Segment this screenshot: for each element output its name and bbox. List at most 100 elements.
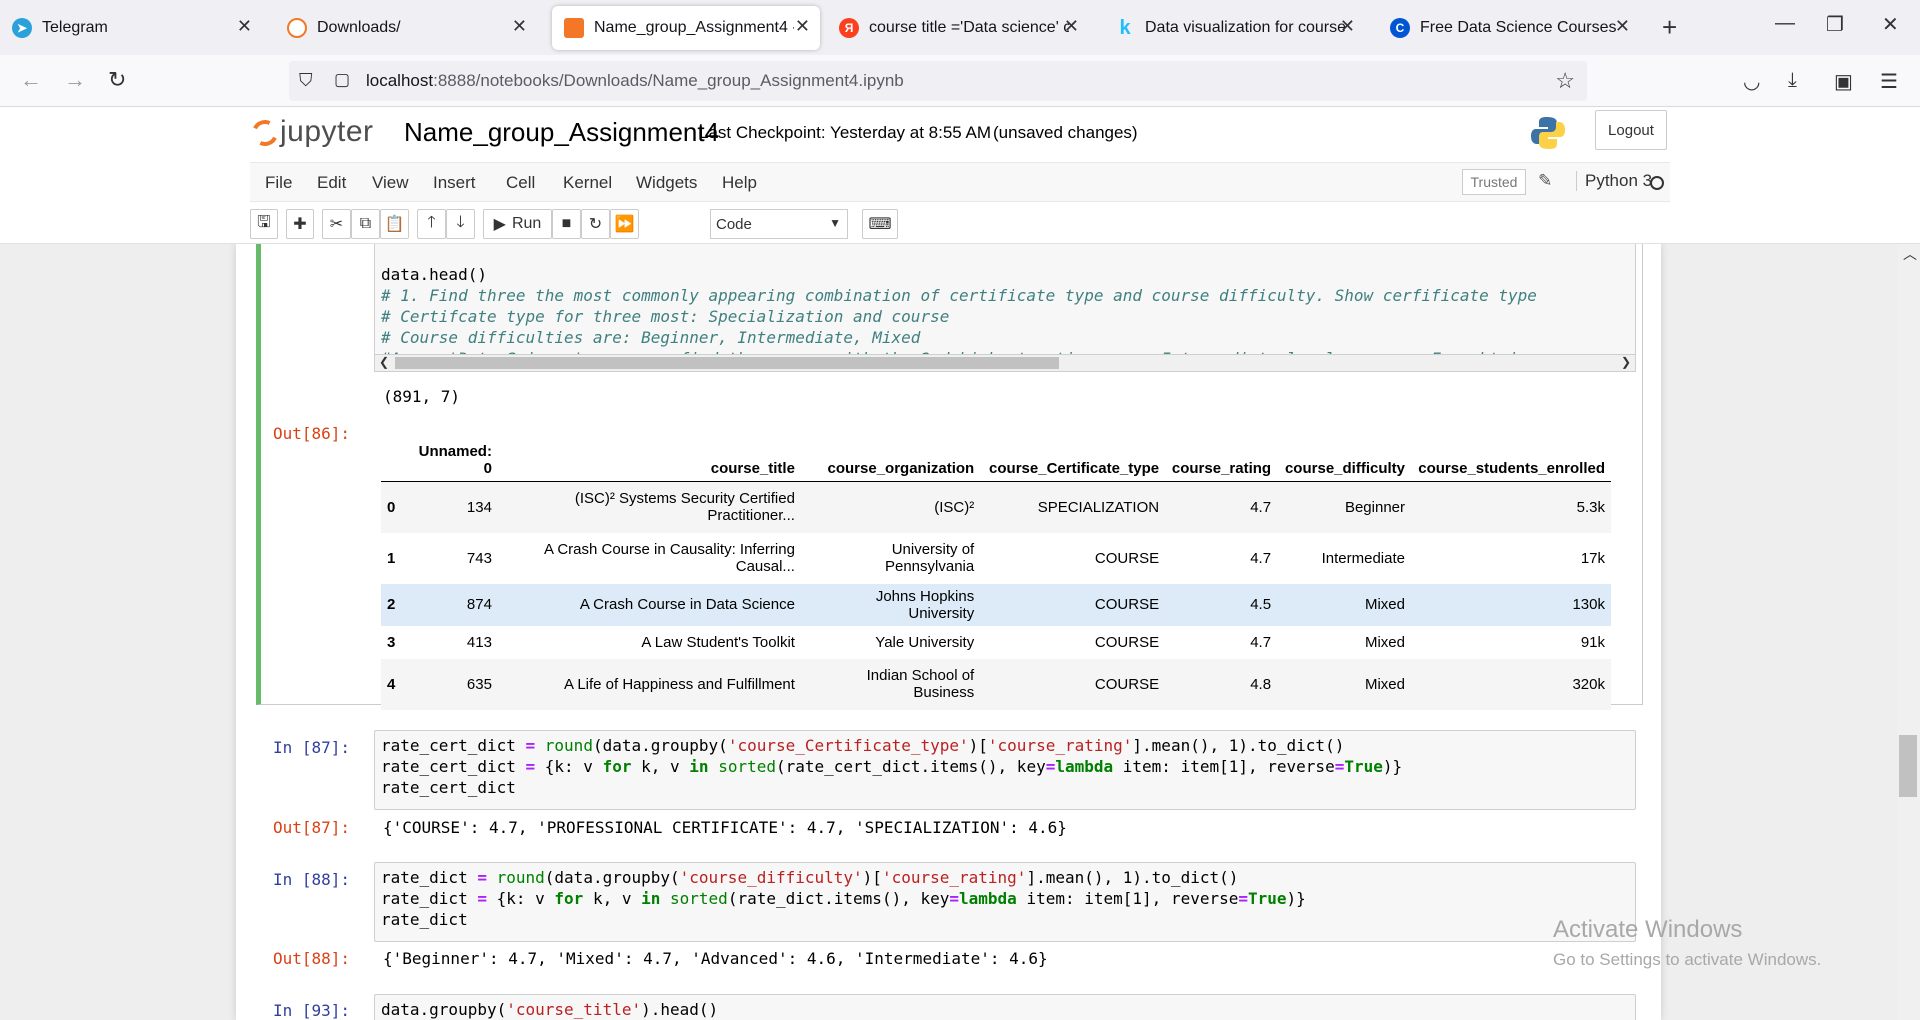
shape-output: (891, 7)	[383, 387, 461, 406]
tab-downloads[interactable]: Downloads/ ✕	[275, 6, 537, 50]
table-cell: A Crash Course in Data Science	[579, 596, 795, 613]
row-index: 3	[387, 633, 396, 651]
chevron-down-icon: ▼	[829, 216, 841, 230]
jupyter-logo[interactable]: jupyter	[248, 115, 374, 150]
logout-button[interactable]: Logout	[1595, 110, 1667, 150]
table-cell: 4.8	[1250, 675, 1272, 693]
tab-label: Data visualization for coursera	[1145, 19, 1345, 36]
table-row: 2 874 A Crash Course in Data Science Joh…	[381, 583, 1611, 626]
reload-icon[interactable]: ↻	[108, 67, 126, 93]
scroll-left-icon[interactable]: ❮	[379, 355, 389, 369]
copy-button[interactable]: ⧉	[351, 209, 380, 239]
column-header: course_Certificate_type	[980, 439, 1166, 482]
column-header: course_organization	[800, 439, 981, 482]
menu-icon[interactable]: ☰	[1880, 69, 1898, 94]
browser-nav-bar: ← → ↻ ⛉ ▢ localhost:8888/notebooks/Downl…	[0, 55, 1920, 107]
table-cell: SPECIALIZATION	[1037, 498, 1160, 516]
code-hscrollbar[interactable]: ❮ ❯	[374, 354, 1636, 372]
table-row: 4 635 A Life of Happiness and Fulfillmen…	[381, 658, 1611, 710]
menu-view[interactable]: View	[372, 173, 409, 193]
pocket-icon[interactable]: ◡	[1743, 69, 1760, 94]
play-icon: ▶	[493, 216, 506, 233]
checkpoint-status: Last Checkpoint: Yesterday at 8:55 AM	[699, 123, 992, 142]
code-input-86[interactable]: data.head() # 1. Find three the most comm…	[374, 244, 1636, 364]
menu-bar: File Edit View Insert Cell Kernel Widget…	[250, 162, 1670, 202]
restart-run-all-button[interactable]: ⏩	[610, 209, 639, 239]
download-icon[interactable]: ⤓	[1788, 69, 1797, 92]
table-cell: 320k	[1572, 675, 1605, 693]
move-down-button[interactable]: 🡓	[446, 209, 475, 239]
new-tab-icon[interactable]: +	[1662, 12, 1677, 43]
code-input-93[interactable]: data.groupby('course_title').head()	[374, 994, 1636, 1020]
cell-output: {'Beginner': 4.7, 'Mixed': 4.7, 'Advance…	[383, 949, 1048, 968]
tab-notebook[interactable]: Name_group_Assignment4 - Ju ✕	[552, 6, 820, 50]
restart-button[interactable]: ↻	[581, 209, 610, 239]
close-icon[interactable]: ✕	[1615, 16, 1630, 37]
table-cell: COURSE	[1094, 596, 1160, 613]
close-icon[interactable]: ✕	[1340, 16, 1355, 37]
output-prompt: Out[88]:	[272, 949, 350, 968]
tab-kaggle[interactable]: k Data visualization for coursera ✕	[1103, 6, 1365, 50]
menu-edit[interactable]: Edit	[317, 173, 346, 193]
window-close-icon[interactable]: ✕	[1882, 12, 1899, 37]
minimize-icon[interactable]: —	[1775, 12, 1795, 35]
table-cell: University of Pennsylvania	[884, 541, 975, 575]
close-icon[interactable]: ✕	[795, 16, 810, 37]
bookmark-star-icon[interactable]: ☆	[1555, 68, 1575, 94]
paste-button[interactable]: 📋	[380, 209, 409, 239]
menu-kernel[interactable]: Kernel	[563, 173, 612, 193]
menu-help[interactable]: Help	[722, 173, 757, 193]
close-icon[interactable]: ✕	[512, 16, 527, 37]
run-button[interactable]: ▶ Run	[483, 209, 552, 239]
cell-type-value: Code	[716, 215, 752, 233]
row-index: 0	[387, 498, 396, 516]
trusted-indicator[interactable]: Trusted	[1462, 169, 1526, 195]
table-row: 3 413 A Law Student's Toolkit Yale Unive…	[381, 625, 1611, 659]
code-input-88[interactable]: rate_dict = round(data.groupby('course_d…	[374, 862, 1636, 942]
dataframe-table: Unnamed: 0 course_title course_organizati…	[381, 439, 1611, 710]
menu-cell[interactable]: Cell	[506, 173, 535, 193]
cell-output: {'COURSE': 4.7, 'PROFESSIONAL CERTIFICAT…	[383, 818, 1067, 837]
extension-icon[interactable]: ▣	[1834, 69, 1853, 94]
address-bar[interactable]: ⛉ ▢ localhost:8888/notebooks/Downloads/N…	[289, 61, 1587, 101]
tab-yandex[interactable]: Я course title ='Data science' cou ✕	[827, 6, 1089, 50]
insert-cell-button[interactable]: ✚	[286, 209, 314, 239]
page-scrollbar[interactable]: ︿	[1898, 244, 1920, 1020]
kernel-idle-icon	[1650, 176, 1664, 190]
save-button[interactable]: 🖫	[250, 209, 278, 239]
scrollbar-thumb[interactable]	[395, 357, 1059, 369]
scroll-right-icon[interactable]: ❯	[1621, 355, 1631, 369]
menu-widgets[interactable]: Widgets	[636, 173, 697, 193]
menu-insert[interactable]: Insert	[433, 173, 476, 193]
scrollbar-thumb[interactable]	[1899, 735, 1917, 797]
pencil-icon[interactable]: ✎	[1538, 171, 1552, 191]
forward-icon[interactable]: →	[64, 67, 86, 93]
input-prompt: In [88]:	[272, 870, 350, 889]
command-palette-button[interactable]: ⌨	[862, 209, 898, 239]
interrupt-button[interactable]: ■	[552, 209, 581, 239]
url-text[interactable]: localhost:8888/notebooks/Downloads/Name_…	[366, 71, 904, 91]
cut-button[interactable]: ✂	[322, 209, 351, 239]
notebook-icon	[564, 18, 584, 38]
row-index: 2	[387, 596, 396, 613]
shield-icon[interactable]: ⛉	[299, 70, 313, 91]
table-cell: Mixed	[1364, 633, 1405, 651]
notebook-title[interactable]: Name_group_Assignment4	[404, 117, 719, 148]
close-icon[interactable]: ✕	[237, 16, 252, 37]
column-header: course_difficulty	[1277, 439, 1411, 482]
cell-type-select[interactable]: Code ▼	[710, 209, 848, 239]
code-input-87[interactable]: rate_cert_dict = round(data.groupby('cou…	[374, 730, 1636, 810]
kernel-name[interactable]: Python 3	[1576, 171, 1652, 191]
input-prompt: In [93]:	[272, 1001, 350, 1020]
menu-file[interactable]: File	[265, 173, 292, 193]
back-icon[interactable]: ←	[20, 67, 42, 93]
jupyter-icon	[287, 18, 307, 38]
page-icon[interactable]: ▢	[334, 70, 350, 90]
scroll-up-icon[interactable]: ︿	[1903, 244, 1917, 264]
tab-telegram[interactable]: ➤ Telegram ✕	[0, 6, 262, 50]
arrow-up-icon: 🡑	[427, 213, 436, 231]
move-up-button[interactable]: 🡑	[417, 209, 446, 239]
tab-coursera[interactable]: C Free Data Science Courses - Bu ✕	[1378, 6, 1640, 50]
restore-icon[interactable]: ❐	[1826, 12, 1844, 37]
close-icon[interactable]: ✕	[1064, 16, 1079, 37]
